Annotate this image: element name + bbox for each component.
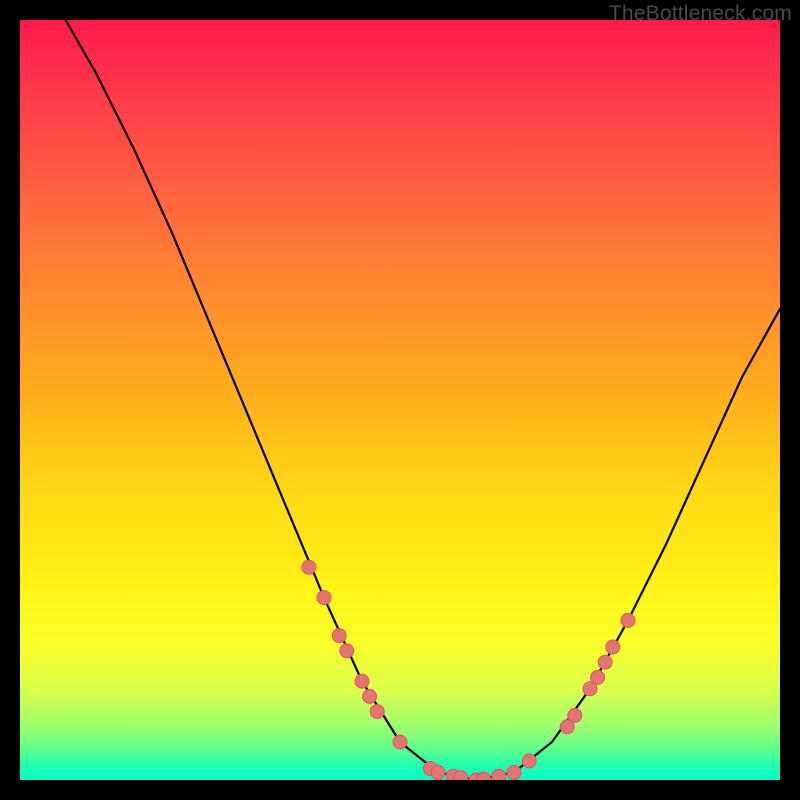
curve-marker [568,708,582,722]
curve-marker [317,591,331,605]
curve-marker [507,765,521,779]
curve-marker [431,765,445,779]
curve-markers [302,560,635,780]
curve-marker [492,769,506,780]
curve-layer [20,20,780,780]
curve-marker [302,560,316,574]
watermark-text: TheBottleneck.com [609,2,792,26]
chart-frame [20,20,780,780]
curve-marker [340,644,354,658]
curve-marker [606,640,620,654]
curve-marker [393,735,407,749]
bottleneck-curve [66,20,780,780]
curve-marker [621,613,635,627]
curve-marker [598,655,612,669]
curve-marker [332,629,346,643]
plot-area [20,20,780,780]
curve-marker [591,670,605,684]
curve-marker [355,674,369,688]
curve-marker [454,771,468,780]
curve-marker [363,689,377,703]
curve-marker [370,705,384,719]
curve-marker [522,754,536,768]
